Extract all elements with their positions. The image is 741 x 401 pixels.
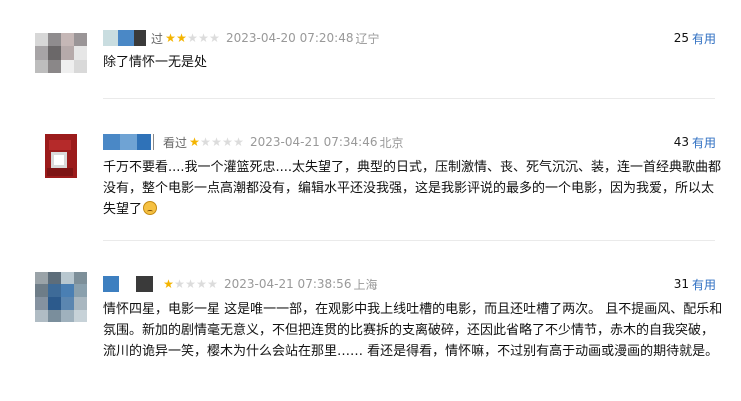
star-filled-icon: ★: [165, 31, 176, 45]
avatar[interactable]: [35, 272, 87, 322]
username[interactable]: [103, 276, 159, 292]
useful-count: 43: [673, 135, 689, 149]
review-time: 2023-04-21 07:38:56: [224, 277, 352, 291]
useful-count: 31: [673, 277, 689, 291]
review-location: 辽宁: [355, 31, 380, 46]
review-content: 千万不要看....我一个灌篮死忠....太失望了，典型的日式，压制激情、丧、死气…: [103, 157, 723, 220]
useful-count: 25: [673, 31, 689, 45]
star-filled-icon: ★: [163, 277, 174, 291]
watched-status: 看过: [163, 135, 188, 150]
useful-button[interactable]: 有用: [692, 30, 716, 47]
divider: [103, 98, 715, 99]
review-text: 千万不要看....我一个灌篮死忠....太失望了，典型的日式，压制激情、丧、死气…: [103, 160, 722, 217]
rating-stars: ★ ★ ★ ★ ★: [189, 136, 244, 148]
useful-button[interactable]: 有用: [692, 276, 716, 293]
star-empty-icon: ★: [174, 277, 185, 291]
divider: [103, 240, 715, 241]
useful-vote: 25 有用: [674, 29, 716, 47]
star-filled-icon: ★: [189, 135, 200, 149]
rating-stars: ★ ★ ★ ★ ★: [165, 32, 220, 44]
star-empty-icon: ★: [187, 31, 198, 45]
star-empty-icon: ★: [200, 135, 211, 149]
useful-vote: 43 有用: [674, 133, 716, 151]
useful-button[interactable]: 有用: [692, 134, 716, 151]
review-time: 2023-04-20 07:20:48: [226, 31, 354, 45]
review-location: 上海: [353, 277, 378, 292]
avatar[interactable]: [35, 33, 87, 73]
star-empty-icon: ★: [185, 277, 196, 291]
star-empty-icon: ★: [207, 277, 218, 291]
rating-stars: ★ ★ ★ ★ ★: [163, 278, 218, 290]
watched-status: 过: [151, 31, 164, 46]
review-content: 除了情怀一无是处: [103, 55, 208, 70]
useful-vote: 31 有用: [674, 275, 716, 293]
review-meta: 过 ★ ★ ★ ★ ★ 2023-04-20 07:20:48 辽宁: [103, 29, 381, 47]
star-empty-icon: ★: [211, 135, 222, 149]
star-empty-icon: ★: [196, 277, 207, 291]
star-empty-icon: ★: [198, 31, 209, 45]
username[interactable]: [103, 134, 161, 150]
review-meta: 看过 ★ ★ ★ ★ ★ 2023-04-21 07:34:46 北京: [103, 133, 405, 151]
star-empty-icon: ★: [233, 135, 244, 149]
review-location: 北京: [379, 135, 404, 150]
review-content: 情怀四星，电影一星 这是唯一一部，在观影中我上线吐槽的电影，而且还吐槽了两次。 …: [103, 302, 723, 359]
username[interactable]: [103, 30, 149, 46]
review-meta: ★ ★ ★ ★ ★ 2023-04-21 07:38:56 上海: [103, 275, 379, 293]
star-empty-icon: ★: [209, 31, 220, 45]
star-empty-icon: ★: [222, 135, 233, 149]
review-time: 2023-04-21 07:34:46: [250, 135, 378, 149]
sad-face-icon: [143, 201, 158, 215]
avatar[interactable]: [35, 134, 87, 178]
star-filled-icon: ★: [176, 31, 187, 45]
